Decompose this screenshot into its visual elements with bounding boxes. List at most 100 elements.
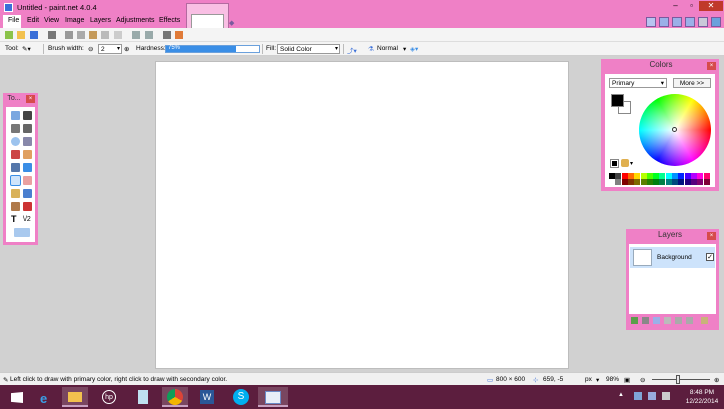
palette-swatch[interactable]	[678, 179, 685, 185]
paint-net-taskbar-icon[interactable]	[258, 387, 288, 407]
copy-icon[interactable]	[77, 31, 85, 39]
chevron-down-icon[interactable]: ▾	[403, 45, 406, 53]
move-selected-icon[interactable]	[23, 124, 32, 133]
palette-swatch[interactable]	[697, 179, 704, 185]
duplicate-layer-icon[interactable]	[653, 317, 660, 324]
recolor-icon[interactable]	[23, 202, 32, 211]
palette-swatch[interactable]	[684, 179, 691, 185]
chevron-down-icon[interactable]: ▾	[630, 160, 633, 167]
zoom-slider[interactable]	[652, 379, 710, 380]
decrease-width-icon[interactable]: ⊖	[88, 45, 93, 53]
zoom-in-icon[interactable]: ⊕	[714, 376, 719, 384]
color-wheel[interactable]	[639, 94, 711, 166]
gradient-icon[interactable]	[23, 163, 32, 172]
primary-color-swatch[interactable]	[611, 94, 624, 107]
brush-width-combo[interactable]: 2 ▾	[98, 44, 122, 54]
units-select[interactable]: px	[585, 376, 592, 383]
maximize-button[interactable]: ▫	[683, 1, 700, 11]
menu-file[interactable]: File	[8, 17, 19, 24]
zoom-icon[interactable]	[23, 137, 32, 146]
add-layer-icon[interactable]	[631, 317, 638, 324]
merge-layer-icon[interactable]	[664, 317, 671, 324]
print-icon[interactable]	[48, 31, 56, 39]
file-explorer-icon[interactable]	[62, 387, 88, 407]
deselect-icon[interactable]	[114, 31, 122, 39]
color-wheel-marker[interactable]	[672, 127, 677, 132]
blend-mode-value[interactable]: Normal	[377, 45, 398, 52]
text-icon[interactable]: T	[11, 215, 20, 224]
palette-swatch[interactable]	[672, 179, 678, 185]
palette-swatch[interactable]	[653, 179, 660, 185]
tools-close-button[interactable]: ×	[26, 95, 35, 103]
chevron-down-icon[interactable]: ▾	[596, 376, 599, 384]
tools-toggle-icon[interactable]	[646, 17, 656, 27]
pan-icon[interactable]	[23, 150, 32, 159]
history-toggle-icon[interactable]	[659, 17, 669, 27]
colors-close-button[interactable]: ×	[707, 62, 716, 70]
skype-icon[interactable]: S	[228, 387, 254, 407]
internet-explorer-icon[interactable]: e	[33, 387, 59, 407]
tray-up-icon[interactable]: ▲	[618, 392, 626, 400]
word-icon[interactable]: W	[194, 387, 220, 407]
palette-menu-icon[interactable]	[621, 159, 629, 167]
shapes-icon[interactable]	[14, 228, 30, 237]
new-icon[interactable]	[5, 31, 13, 39]
image-list-dropdown-icon[interactable]: ◆	[229, 19, 234, 27]
zoom-level[interactable]: 98%	[606, 376, 619, 383]
colors-toggle-icon[interactable]	[685, 17, 695, 27]
settings-icon[interactable]	[698, 17, 708, 27]
palette-swatch[interactable]	[615, 179, 622, 185]
zoom-fit-icon[interactable]: ▣	[624, 376, 630, 384]
rectangle-select-icon[interactable]	[11, 111, 20, 120]
menu-adjustments[interactable]: Adjustments	[116, 17, 155, 24]
layers-toggle-icon[interactable]	[672, 17, 682, 27]
close-button[interactable]: ✕	[699, 1, 723, 11]
menu-layers[interactable]: Layers	[90, 17, 111, 24]
flag-icon[interactable]	[634, 392, 642, 400]
palette-swatch[interactable]	[690, 179, 697, 185]
layer-properties-icon[interactable]	[701, 317, 708, 324]
palette-swatch[interactable]	[609, 179, 615, 185]
magic-wand-icon[interactable]	[11, 150, 20, 159]
fill-combo[interactable]: Solid Color ▾	[277, 44, 340, 54]
network-icon[interactable]	[648, 392, 656, 400]
hardness-slider[interactable]: 75%	[165, 45, 260, 53]
color-target-select[interactable]: Primary ▾	[609, 78, 667, 88]
move-layer-up-icon[interactable]	[675, 317, 682, 324]
volume-icon[interactable]	[662, 392, 670, 400]
increase-width-icon[interactable]: ⊕	[124, 45, 129, 53]
lasso-select-icon[interactable]	[11, 124, 20, 133]
eraser-icon[interactable]	[23, 176, 32, 185]
layer-visibility-checkbox[interactable]: ✓	[706, 253, 714, 261]
help-icon[interactable]	[711, 17, 721, 27]
undo-icon[interactable]	[132, 31, 140, 39]
move-selection-icon[interactable]	[23, 111, 32, 120]
paintbrush-icon[interactable]: ✎▾	[22, 45, 31, 53]
paint-bucket-icon[interactable]	[11, 163, 20, 172]
layers-close-button[interactable]: ×	[707, 232, 716, 240]
antialiasing-icon[interactable]: ⤴▾	[347, 45, 357, 55]
paintbrush-tool-icon[interactable]	[10, 175, 21, 186]
palette-swatch[interactable]	[659, 179, 666, 185]
ellipse-select-icon[interactable]	[11, 137, 20, 146]
paste-icon[interactable]	[89, 31, 97, 39]
palette-swatch[interactable]	[634, 179, 641, 185]
alpha-blending-icon[interactable]: ◈▾	[410, 45, 418, 53]
menu-image[interactable]: Image	[65, 17, 84, 24]
layer-row[interactable]: Background ✓	[630, 247, 715, 268]
color-picker-icon[interactable]	[23, 189, 32, 198]
clone-stamp-icon[interactable]	[11, 202, 20, 211]
ruler-icon[interactable]	[175, 31, 183, 39]
zoom-slider-thumb[interactable]	[676, 375, 680, 384]
palette-swatch[interactable]	[703, 179, 710, 185]
palette-swatch[interactable]	[621, 179, 628, 185]
menu-effects[interactable]: Effects	[159, 17, 180, 24]
cut-icon[interactable]	[65, 31, 73, 39]
menu-view[interactable]: View	[44, 17, 59, 24]
notepad-icon[interactable]	[130, 387, 156, 407]
menu-edit[interactable]: Edit	[27, 17, 39, 24]
windows-start-icon[interactable]	[4, 387, 30, 407]
move-layer-down-icon[interactable]	[686, 317, 693, 324]
palette-swatch[interactable]	[665, 179, 672, 185]
zoom-out-icon[interactable]: ⊖	[640, 376, 645, 384]
